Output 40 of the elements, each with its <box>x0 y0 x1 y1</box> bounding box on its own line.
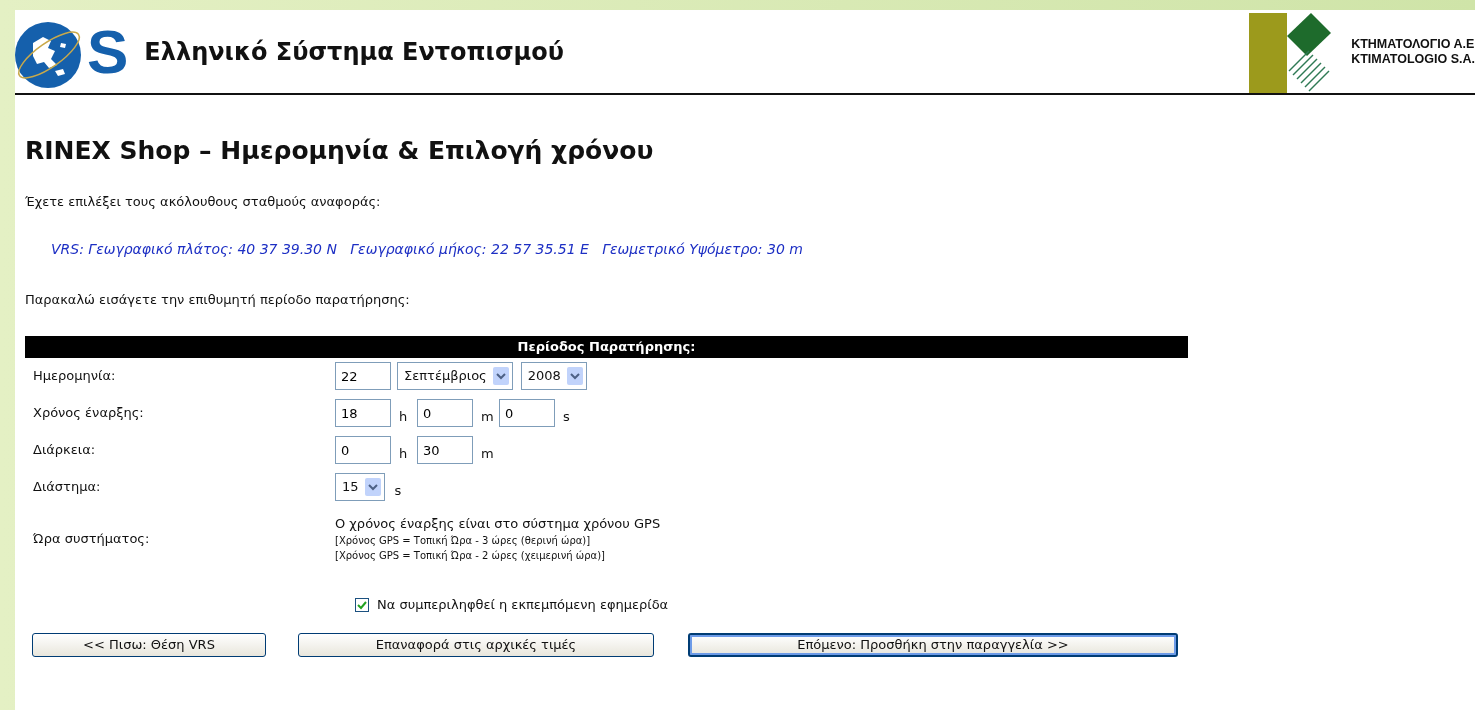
note-text: [Χρόνος GPS = Τοπική Ώρα - 3 ώρες (θερινή ώρα)] <box>335 534 592 548</box>
intro-text: Έχετε επιλέξει τους ακόλουθους σταθμούς αναφοράς: <box>25 192 382 211</box>
nav-button[interactable]: Επαναφορά στις αρχικές τιμές <box>298 632 654 657</box>
input-field[interactable]: 0 <box>417 399 473 427</box>
checkbox-label: Να συμπεριληφθεί η εκπεμπόμενη εφημερίδα <box>377 596 669 614</box>
nav-button[interactable]: Επόμενο: Προσθήκη στην παραγγελία >> <box>688 632 1178 657</box>
partner-name: KTIMATOLOGIO S.A. <box>1351 51 1475 67</box>
input-field[interactable]: 30 <box>417 436 473 464</box>
unit-label: s <box>393 482 403 500</box>
checkbox[interactable] <box>355 597 369 612</box>
nav-button[interactable]: << Πισω: Θέση VRS <box>32 632 266 657</box>
field-label: Χρόνος έναρξης: <box>32 404 145 423</box>
input-field[interactable]: 0 <box>335 436 391 464</box>
caret-icon <box>492 367 509 385</box>
unit-label: m <box>480 445 495 463</box>
partner-name: ΚΤΗΜΑΤΟΛΟΓΙΟ Α.Ε <box>1351 36 1475 52</box>
logo-letter: S <box>87 20 129 83</box>
unit-label: m <box>480 408 495 426</box>
dropdown[interactable]: 2008 <box>520 362 587 390</box>
dropdown[interactable]: Σεπτέμβριος <box>397 362 513 390</box>
field-label: Ώρα συστήματος: <box>32 529 151 548</box>
note-text: [Χρόνος GPS = Τοπική Ώρα - 2 ώρες (χειμερινή ώρα)] <box>335 549 606 563</box>
field-label: Διάστημα: <box>32 478 102 497</box>
input-field[interactable]: 22 <box>335 362 391 390</box>
unit-label: h <box>398 408 409 426</box>
form-title: Περίοδος Παρατήρησης: <box>25 335 1188 358</box>
page-heading: RINEX Shop – Ημερομηνία & Επιλογή χρόνου <box>25 135 655 167</box>
field-label: Ημερομηνία: <box>32 367 117 386</box>
prompt-text: Παρακαλώ εισάγετε την επιθυμητή περίοδο παρατήρησης: <box>25 291 411 309</box>
caret-icon <box>566 367 583 385</box>
unit-label: h <box>398 445 409 463</box>
dropdown[interactable]: 15 <box>335 473 385 501</box>
input-field[interactable]: 18 <box>335 399 391 427</box>
note-text: Ο χρόνος έναρξης είναι στο σύστημα χρόνου GPS <box>335 514 661 533</box>
field-label: Διάρκεια: <box>32 441 97 460</box>
station-info: VRS: Γεωγραφικό πλάτος: 40 37 39.30 N Γεωγραφικό μήκος: 22 57 35.51 E Γεωμετρικό Υψόμετρο: 30 m <box>51 240 804 259</box>
caret-icon <box>364 478 381 496</box>
site-title: Ελληνικό Σύστημα Εντοπισμού <box>144 36 564 68</box>
unit-label: s <box>562 408 571 426</box>
input-field[interactable]: 0 <box>499 399 555 427</box>
